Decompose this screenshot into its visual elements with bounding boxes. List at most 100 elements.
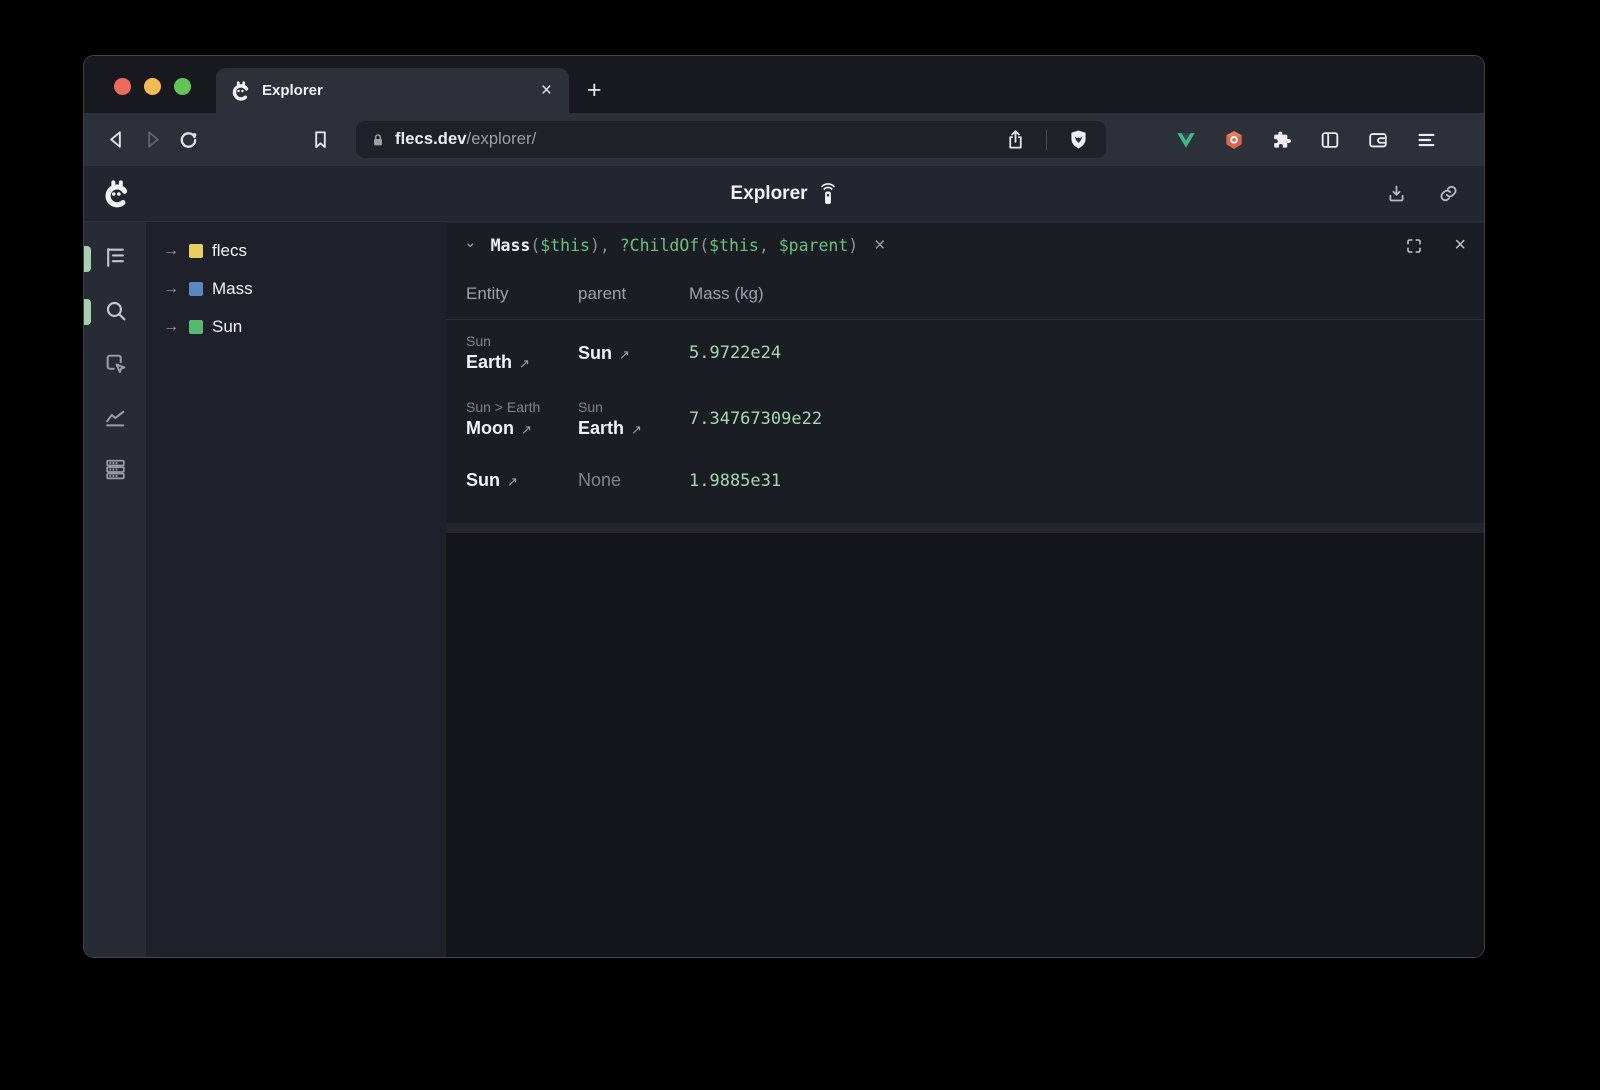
tab-title: Explorer [262, 82, 528, 99]
inspector-panel-icon[interactable] [102, 350, 128, 376]
close-window-button[interactable] [114, 78, 131, 95]
flecs-favicon-icon [230, 80, 252, 102]
query-token: ) [590, 236, 600, 255]
address-bar[interactable]: flecs.dev/explorer/ [356, 121, 1106, 158]
forward-button[interactable] [134, 122, 170, 158]
fullscreen-icon[interactable] [1396, 228, 1432, 264]
external-link-icon: ↗ [519, 356, 530, 371]
query-token: , [600, 236, 620, 255]
screen: Explorer × + [0, 0, 1600, 1090]
tree-item-flecs[interactable]: → flecs [146, 232, 446, 270]
url-text: flecs.dev/explorer/ [395, 130, 536, 149]
tree-item-mass[interactable]: → Mass [146, 270, 446, 308]
explorer-header: Explorer [84, 166, 1484, 222]
query-token: ( [699, 236, 709, 255]
query-token: ( [530, 236, 540, 255]
entity-link[interactable]: Sun↗ [466, 470, 578, 491]
column-header-mass: Mass (kg) [689, 284, 1484, 304]
mass-value: 7.34767309e22 [689, 409, 1484, 429]
entity-color-square [189, 320, 203, 334]
divider [1046, 130, 1047, 150]
active-panel-indicator-tree [84, 246, 91, 272]
entity-color-square [189, 244, 203, 258]
parent-link[interactable]: Earth↗ [578, 418, 689, 439]
column-header-entity: Entity [446, 284, 578, 304]
mass-value: 1.9885e31 [689, 471, 1484, 491]
table-row: Sun Earth↗ Sun↗ 5.9722e24 [446, 320, 1484, 386]
expand-arrow-icon[interactable]: → [162, 242, 180, 260]
expand-arrow-icon[interactable]: → [162, 280, 180, 298]
active-panel-indicator-query [84, 299, 91, 325]
entity-path: Sun [466, 333, 578, 349]
lock-icon [370, 132, 386, 148]
tab-close-icon[interactable]: × [538, 81, 555, 100]
entity-path: Sun > Earth [466, 399, 578, 415]
stats-panel-icon[interactable] [102, 403, 128, 429]
browser-tab[interactable]: Explorer × [216, 68, 569, 113]
tree-item-label: Sun [212, 317, 242, 337]
browser-toolbar: flecs.dev/explorer/ [84, 113, 1484, 166]
query-bar: ⌄ Mass($this), ?ChildOf($this, $parent) … [446, 223, 1484, 268]
entity-link[interactable]: Earth↗ [466, 352, 578, 373]
tree-panel-icon[interactable] [102, 244, 128, 270]
share-link-icon[interactable] [1430, 176, 1466, 212]
results-table-header: Entity parent Mass (kg) [446, 268, 1484, 320]
external-link-icon: ↗ [619, 347, 630, 362]
tree-item-label: flecs [212, 241, 247, 261]
external-link-icon: ↗ [507, 474, 518, 489]
reload-button[interactable] [170, 122, 206, 158]
collapse-chevron-icon[interactable]: ⌄ [464, 233, 477, 251]
zoom-window-button[interactable] [174, 78, 191, 95]
flecs-logo-icon [102, 179, 132, 209]
entity-color-square [189, 282, 203, 296]
extensions-area [1168, 122, 1444, 158]
search-query-panel-icon[interactable] [102, 297, 128, 323]
brave-shield-icon[interactable] [1060, 122, 1096, 158]
query-panel: ⌄ Mass($this), ?ChildOf($this, $parent) … [446, 222, 1484, 533]
window-controls [114, 78, 191, 95]
panel-resize-handle[interactable] [446, 523, 1484, 533]
expand-arrow-icon[interactable]: → [162, 318, 180, 336]
hexagon-extension-icon[interactable] [1216, 122, 1252, 158]
table-row: Sun↗ None 1.9885e31 [446, 452, 1484, 509]
query-token: $parent [779, 236, 849, 255]
new-tab-button[interactable]: + [587, 78, 602, 103]
back-button[interactable] [98, 122, 134, 158]
tree-item-sun[interactable]: → Sun [146, 308, 446, 346]
extensions-puzzle-icon[interactable] [1264, 122, 1300, 158]
parent-link[interactable]: Sun↗ [578, 343, 689, 364]
url-path: /explorer/ [467, 130, 537, 148]
external-link-icon: ↗ [631, 422, 642, 437]
query-token: $this [540, 236, 590, 255]
clear-query-icon[interactable]: × [874, 235, 885, 257]
minimize-window-button[interactable] [144, 78, 161, 95]
bookmark-icon[interactable] [302, 122, 338, 158]
sidebar-toggle-icon[interactable] [1312, 122, 1348, 158]
entity-tree-panel: → flecs → Mass → Sun [146, 222, 446, 957]
vue-devtools-extension-icon[interactable] [1168, 122, 1204, 158]
wallet-icon[interactable] [1360, 122, 1396, 158]
entity-link[interactable]: Moon↗ [466, 418, 578, 439]
page-body: → flecs → Mass → Sun [84, 222, 1484, 957]
parent-none: None [578, 470, 689, 491]
query-token: $this [709, 236, 759, 255]
tree-item-label: Mass [212, 279, 253, 299]
browser-window: Explorer × + [83, 55, 1485, 958]
query-token: ?ChildOf [620, 236, 699, 255]
query-token: Mass [491, 236, 531, 255]
connection-remote-icon [818, 182, 838, 206]
parent-path: Sun [578, 399, 689, 415]
query-token: ) [848, 236, 858, 255]
table-row: Sun > Earth Moon↗ Sun Earth↗ 7.34767309e… [446, 386, 1484, 452]
page-title: Explorer [730, 183, 807, 205]
menu-hamburger-icon[interactable] [1408, 122, 1444, 158]
close-panel-icon[interactable]: × [1454, 234, 1466, 257]
query-expression[interactable]: Mass($this), ?ChildOf($this, $parent) [491, 236, 859, 255]
mass-value: 5.9722e24 [689, 343, 1484, 363]
download-icon[interactable] [1378, 176, 1414, 212]
share-icon[interactable] [997, 122, 1033, 158]
tab-strip: Explorer × + [84, 56, 1484, 113]
external-link-icon: ↗ [521, 422, 532, 437]
panel-iconbar [84, 222, 146, 957]
memory-panel-icon[interactable] [102, 456, 128, 482]
